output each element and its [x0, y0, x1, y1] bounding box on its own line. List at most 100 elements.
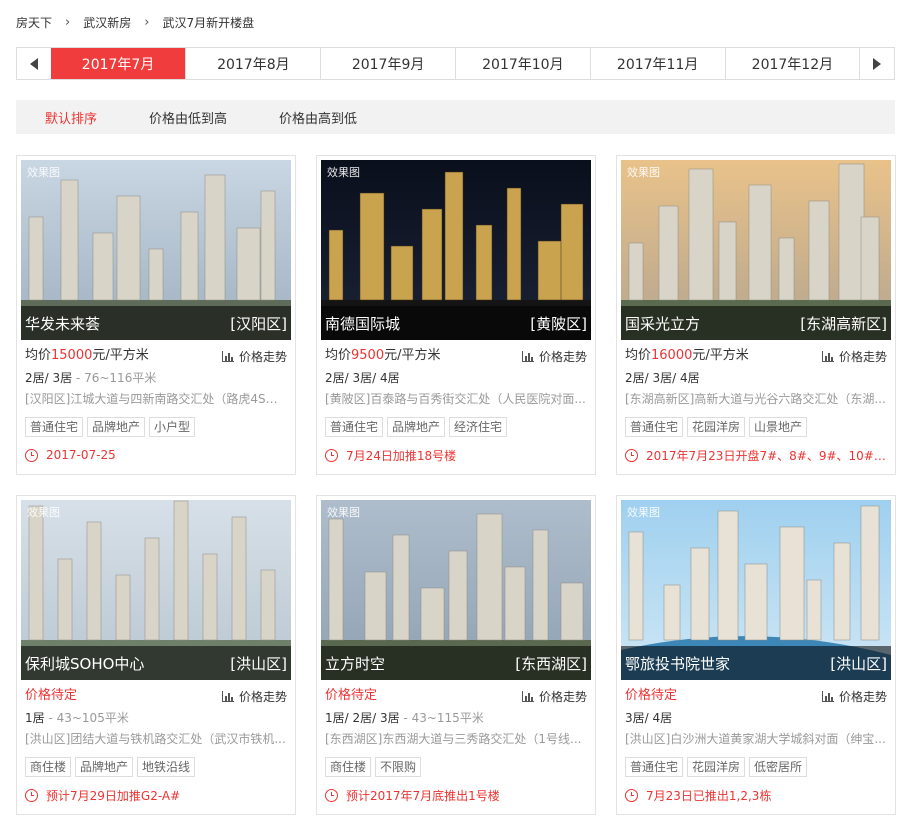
price-trend-link[interactable]: 价格走势 — [221, 348, 287, 365]
listing-district: [东西湖区] — [515, 654, 587, 673]
listing-tag: 普通住宅 — [325, 417, 384, 437]
listing-card[interactable]: 效果图 南德国际城 [黄陂区] 均价9500元/平方米 价格走势 2居/ 3居/… — [316, 155, 596, 475]
listing-card[interactable]: 效果图 保利城SOHO中心 [洪山区] 价格待定 价格走势 1居 - 43~10… — [16, 495, 296, 815]
tab-month-2[interactable]: 2017年8月 — [185, 48, 320, 79]
tab-month-4[interactable]: 2017年10月 — [454, 48, 590, 79]
listing-address: [洪山区]团结大道与铁机路交汇处（武汉市铁机... — [25, 732, 286, 746]
effect-label: 效果图 — [27, 506, 60, 519]
listing-promo: 预计2017年7月底推出1号楼 — [325, 786, 589, 804]
promo-text: 2017-07-25 — [46, 448, 116, 462]
listing-tags: 普通住宅 品牌地产 经济住宅 — [325, 417, 589, 437]
tab-month-1[interactable]: 2017年7月 — [50, 48, 186, 79]
clock-icon — [325, 788, 338, 802]
listing-photo[interactable]: 效果图 国采光立方 [东湖高新区] — [621, 160, 891, 340]
listing-name[interactable]: 保利城SOHO中心 — [25, 653, 144, 674]
listing-photo[interactable]: 效果图 立方时空 [东西湖区] — [321, 500, 591, 680]
bar-chart-icon — [821, 351, 834, 362]
clock-icon — [25, 448, 38, 462]
listing-name[interactable]: 鄂旅投书院世家 — [625, 653, 730, 674]
listing-card[interactable]: 效果图 鄂旅投书院世家 [洪山区] 价格待定 价格走势 3居/ 4居 [洪山区]… — [616, 495, 896, 815]
listing-tags: 商住楼 品牌地产 地铁沿线 — [25, 757, 289, 777]
listing-rooms: 2居/ 3居/ 4居 — [625, 369, 889, 387]
breadcrumb-city[interactable]: 武汉新房 — [83, 14, 131, 31]
tab-month-3[interactable]: 2017年9月 — [320, 48, 455, 79]
triangle-right-icon — [873, 57, 882, 70]
breadcrumb-home[interactable]: 房天下 — [16, 14, 52, 31]
listing-tag: 普通住宅 — [625, 417, 684, 437]
room-types: 2居/ 3居/ 4居 — [625, 371, 700, 385]
bar-chart-icon — [221, 351, 234, 362]
promo-text: 7月24日加推18号楼 — [346, 448, 457, 463]
price-trend-link[interactable]: 价格走势 — [221, 688, 287, 705]
tab-month-5[interactable]: 2017年11月 — [589, 48, 725, 79]
listing-caption: 立方时空 [东西湖区] — [321, 646, 591, 680]
chevron-right-icon: › — [65, 15, 71, 30]
listing-tag: 品牌地产 — [75, 757, 134, 777]
price-value: 9500 — [351, 348, 385, 363]
month-tabs: 2017年7月 2017年8月 2017年9月 2017年10月 2017年11… — [16, 47, 895, 80]
listing-promo: 7月23日已推出1,2,3栋 — [625, 786, 889, 804]
price-prefix: 均价 — [325, 348, 352, 363]
listing-photo[interactable]: 效果图 南德国际城 [黄陂区] — [321, 160, 591, 340]
listing-tags: 普通住宅 花园洋房 低密居所 — [625, 757, 889, 777]
clock-icon — [325, 448, 338, 462]
sort-price-asc[interactable]: 价格由低到高 — [149, 108, 227, 127]
room-types: 1居/ 2居/ 3居 — [325, 711, 400, 725]
listing-name[interactable]: 国采光立方 — [625, 313, 700, 334]
room-types: 3居/ 4居 — [625, 711, 673, 725]
breadcrumb: 房天下 › 武汉新房 › 武汉7月新开楼盘 — [16, 14, 254, 31]
listing-name[interactable]: 南德国际城 — [325, 313, 400, 334]
price-trend-label: 价格走势 — [838, 690, 887, 704]
price-trend-link[interactable]: 价格走势 — [821, 688, 887, 705]
price-trend-label: 价格走势 — [538, 690, 587, 704]
listing-address: [东西湖区]东西湖大道与三秀路交汇处（1号线... — [325, 732, 582, 746]
listing-promo: 2017-07-25 — [25, 446, 289, 464]
listing-info: 价格待定 价格走势 3居/ 4居 [洪山区]白沙洲大道黄家湖大学城斜对面（绅宝.… — [625, 686, 889, 804]
breadcrumb-current: 武汉7月新开楼盘 — [162, 16, 255, 30]
listing-district: [黄陂区] — [530, 314, 587, 333]
bar-chart-icon — [521, 351, 534, 362]
promo-text: 预计2017年7月底推出1号楼 — [346, 788, 500, 803]
listing-district: [汉阳区] — [230, 314, 287, 333]
tab-month-6[interactable]: 2017年12月 — [724, 48, 860, 79]
listing-rooms: 2居/ 3居 - 76~116平米 — [25, 369, 289, 387]
price-unit: 元/平方米 — [692, 348, 749, 363]
listing-caption: 鄂旅投书院世家 [洪山区] — [621, 646, 891, 680]
price-trend-link[interactable]: 价格走势 — [521, 688, 587, 705]
effect-label: 效果图 — [627, 506, 660, 519]
listing-tag: 花园洋房 — [687, 757, 746, 777]
room-types: 2居/ 3居/ 4居 — [325, 371, 400, 385]
listing-info: 价格待定 价格走势 1居 - 43~105平米 [洪山区]团结大道与铁机路交汇处… — [25, 686, 289, 804]
triangle-left-icon — [29, 57, 38, 70]
sort-price-desc[interactable]: 价格由高到低 — [279, 108, 357, 127]
listing-name[interactable]: 立方时空 — [325, 653, 385, 674]
listing-tags: 商住楼 不限购 — [325, 757, 589, 777]
listing-card[interactable]: 效果图 华发未来荟 [汉阳区] 均价15000元/平方米 价格走势 2居/ 3居… — [16, 155, 296, 475]
listing-tag: 品牌地产 — [87, 417, 146, 437]
listing-photo[interactable]: 效果图 鄂旅投书院世家 [洪山区] — [621, 500, 891, 680]
listing-promo: 预计7月29日加推G2-A# — [25, 786, 289, 804]
listing-card[interactable]: 效果图 国采光立方 [东湖高新区] 均价16000元/平方米 价格走势 2居/ … — [616, 155, 896, 475]
listing-rooms: 1居/ 2居/ 3居 - 43~115平米 — [325, 709, 589, 727]
listing-tag: 商住楼 — [325, 757, 372, 777]
bar-chart-icon — [521, 691, 534, 702]
listing-name[interactable]: 华发未来荟 — [25, 313, 100, 334]
listing-address: [黄陂区]百泰路与百秀街交汇处（人民医院对面... — [325, 392, 586, 406]
bar-chart-icon — [821, 691, 834, 702]
prev-month-button[interactable] — [17, 48, 51, 79]
price-trend-label: 价格走势 — [238, 350, 287, 364]
listing-card[interactable]: 效果图 立方时空 [东西湖区] 价格待定 价格走势 1居/ 2居/ 3居 - 4… — [316, 495, 596, 815]
listing-tags: 普通住宅 品牌地产 小户型 — [25, 417, 289, 437]
listing-tag: 商住楼 — [25, 757, 72, 777]
next-month-button[interactable] — [859, 48, 894, 79]
listing-photo[interactable]: 效果图 保利城SOHO中心 [洪山区] — [21, 500, 291, 680]
price-trend-link[interactable]: 价格走势 — [821, 348, 887, 365]
sort-default[interactable]: 默认排序 — [45, 108, 97, 127]
promo-text: 2017年7月23日开盘7#、8#、9#、10#、1... — [646, 448, 889, 463]
price-trend-link[interactable]: 价格走势 — [521, 348, 587, 365]
listing-tag: 低密居所 — [749, 757, 808, 777]
price-value: 15000 — [51, 348, 93, 363]
listing-photo[interactable]: 效果图 华发未来荟 [汉阳区] — [21, 160, 291, 340]
price-trend-label: 价格走势 — [538, 350, 587, 364]
listing-tag: 小户型 — [149, 417, 196, 437]
